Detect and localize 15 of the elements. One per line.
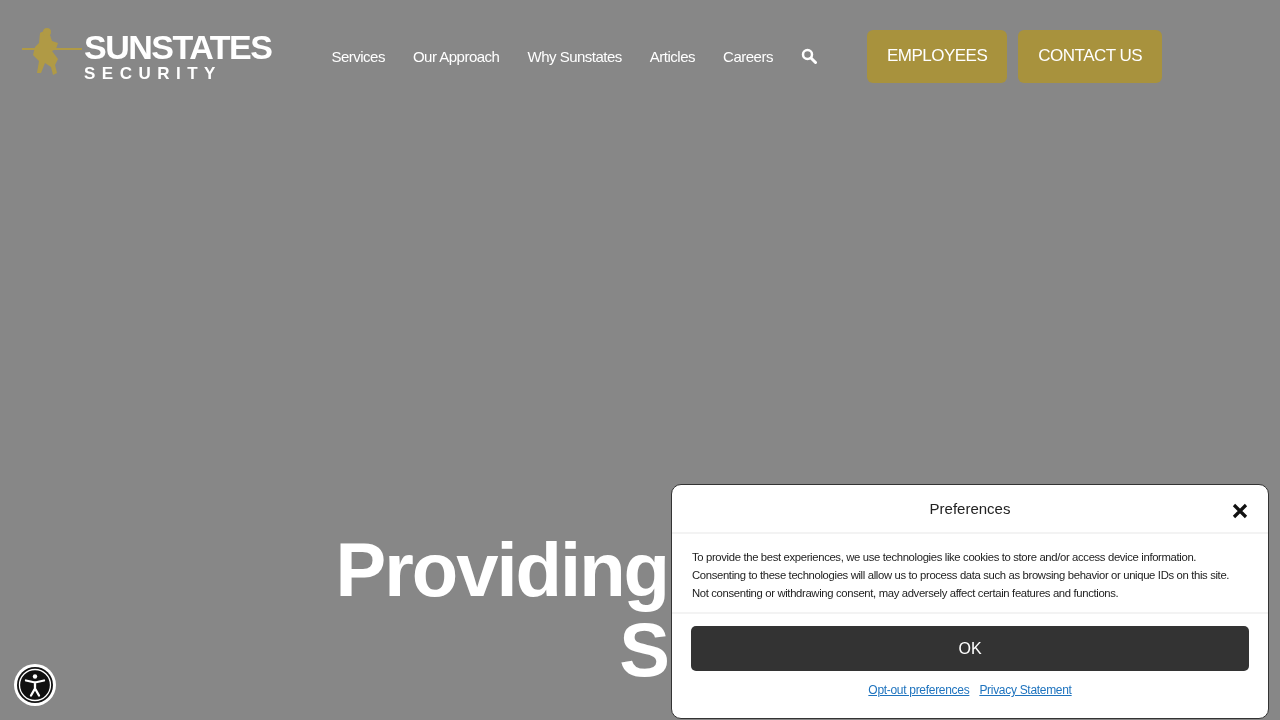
logo-subtitle: SECURITY bbox=[84, 65, 223, 82]
nav-link[interactable]: Services bbox=[331, 47, 385, 65]
dialog-link[interactable]: Opt-out preferences bbox=[868, 683, 970, 697]
nav-link[interactable]: Why Sunstates bbox=[527, 47, 622, 65]
nav-link[interactable]: Careers bbox=[723, 47, 773, 65]
consent-text: To provide the best experiences, we use technologies like cookies to store and/or access device information. Consenting to these technologies will allow us to process data such as browsing behavior or unique IDs on this site. Not consenting or withdrawing consent, may adversely affect certain features and functions. bbox=[672, 534, 1268, 614]
ok-button[interactable]: OK bbox=[691, 626, 1249, 671]
nav-link[interactable]: Articles bbox=[649, 47, 696, 65]
nav-button[interactable]: CONTACT US bbox=[1018, 29, 1163, 83]
dialog-link[interactable]: Privacy Statement bbox=[979, 683, 1072, 697]
hero-heading: Providing bbox=[335, 530, 668, 610]
nav-button[interactable]: EMPLOYEES bbox=[866, 29, 1008, 83]
dialog-title: Preferences bbox=[929, 500, 1011, 517]
nav-link[interactable]: Our Approach bbox=[412, 47, 500, 65]
logo-title: SUNSTATES bbox=[84, 30, 272, 64]
